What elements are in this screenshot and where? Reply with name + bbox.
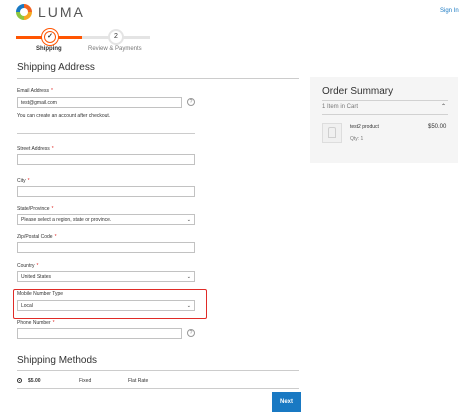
mobile-type-select[interactable]: Local ⌄ <box>17 300 195 311</box>
shipping-address-title: Shipping Address <box>17 62 95 73</box>
state-label: State/Province * <box>17 206 54 212</box>
shipping-price: $5.00 <box>28 378 41 384</box>
country-label: Country * <box>17 263 39 269</box>
street-label: Street Address * <box>17 146 54 152</box>
help-icon[interactable]: ? <box>187 98 195 106</box>
summary-divider <box>322 114 448 115</box>
form-divider <box>17 133 195 134</box>
mobile-type-label: Mobile Number Type <box>17 291 64 297</box>
shipping-carrier: Fixed <box>79 378 92 384</box>
email-label: Email Address * <box>17 88 53 94</box>
state-select[interactable]: Please select a region, state or provinc… <box>17 214 195 225</box>
phone-number-field[interactable] <box>17 328 182 339</box>
flat-rate-radio[interactable] <box>17 378 22 383</box>
luma-logo-icon[interactable] <box>16 4 32 20</box>
city-field[interactable] <box>17 186 195 197</box>
chevron-up-icon[interactable]: ⌃ <box>441 103 446 110</box>
items-in-cart-toggle[interactable]: 1 Item in Cart <box>322 104 358 110</box>
order-summary-title: Order Summary <box>322 86 394 97</box>
section-divider <box>17 78 299 79</box>
chevron-down-icon: ⌄ <box>186 303 191 309</box>
step-shipping-indicator: ✓ <box>42 29 58 45</box>
shipping-methods-title: Shipping Methods <box>17 355 98 366</box>
help-icon[interactable]: ? <box>187 329 195 337</box>
product-thumbnail <box>322 123 342 143</box>
product-price: $50.00 <box>428 124 447 130</box>
product-name: test2 product <box>350 124 379 130</box>
country-select[interactable]: United States ⌄ <box>17 271 195 282</box>
sign-in-link[interactable]: Sign In <box>440 8 459 14</box>
phone-label: Phone Number * <box>17 320 55 326</box>
email-field[interactable]: test@gmail.com <box>17 97 182 108</box>
next-button[interactable]: Next <box>272 392 301 412</box>
section-divider <box>17 370 299 371</box>
step-review-label: Review & Payments <box>88 46 142 52</box>
street-address-field[interactable] <box>17 154 195 165</box>
city-label: City * <box>17 178 30 184</box>
summary-divider <box>322 100 448 101</box>
email-note: You can create an account after checkout… <box>17 113 111 119</box>
checkmark-icon: ✓ <box>45 32 55 42</box>
product-qty: Qty: 1 <box>350 136 364 142</box>
step-review-indicator: 2 <box>108 29 124 45</box>
chevron-down-icon: ⌄ <box>186 217 191 223</box>
placeholder-image-icon <box>328 127 336 138</box>
shipping-method: Flat Rate <box>128 378 149 384</box>
zip-field[interactable] <box>17 242 195 253</box>
step-shipping-label: Shipping <box>36 46 62 52</box>
zip-label: Zip/Postal Code * <box>17 234 57 240</box>
order-summary: Order Summary 1 Item in Cart ⌃ test2 pro… <box>310 77 458 163</box>
logo-text[interactable]: LUMA <box>38 4 85 20</box>
required-marker: * <box>50 88 53 94</box>
section-divider <box>17 388 299 389</box>
chevron-down-icon: ⌄ <box>186 274 191 280</box>
